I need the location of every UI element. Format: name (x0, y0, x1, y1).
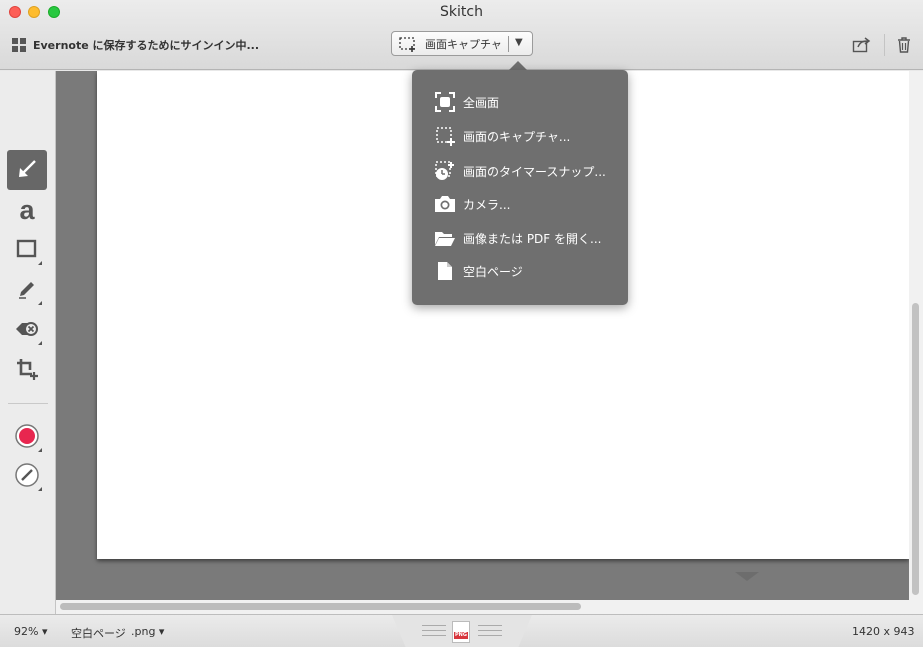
rectangle-icon (16, 239, 38, 262)
screen-capture-button[interactable]: 画面キャプチャ ▼ (391, 31, 533, 56)
arrow-tool[interactable] (7, 150, 47, 190)
grid-icon (12, 38, 26, 52)
stamp-icon (14, 319, 40, 342)
export-drag-tab[interactable]: PNG (392, 615, 532, 647)
window-title: Skitch (440, 4, 483, 20)
crosshair-capture-icon (434, 125, 456, 147)
stamp-tool[interactable] (7, 310, 47, 350)
pen-tool[interactable] (7, 270, 47, 310)
crop-icon (15, 357, 39, 384)
signin-text: Evernote に保存するためにサインイン中... (33, 39, 260, 52)
format-dropdown[interactable]: .png ▾ (131, 625, 164, 638)
color-picker[interactable] (7, 417, 47, 457)
share-icon[interactable] (852, 36, 872, 57)
horizontal-scrollbar[interactable] (60, 603, 581, 610)
color-dot-icon (14, 423, 40, 452)
capture-menu: 全画面 画面のキャプチャ... 画面のタイマースナップ... カメラ... 画像… (412, 70, 628, 305)
evernote-signin-status[interactable]: Evernote に保存するためにサインイン中... (12, 37, 259, 53)
camera-icon (434, 193, 456, 215)
image-dimensions: 1420 x 943 (852, 625, 915, 638)
timer-snap-icon (434, 160, 456, 182)
trash-icon[interactable] (896, 36, 912, 57)
menu-item-camera[interactable]: カメラ... (412, 189, 628, 219)
page-name[interactable]: 空白ページ (71, 625, 126, 641)
status-bar: 92% ▾ 空白ページ .png ▾ PNG 1420 x 943 (0, 614, 923, 647)
text-a-icon: a (19, 194, 35, 225)
blank-page-icon (434, 260, 456, 282)
menu-item-capture[interactable]: 画面のキャプチャ... (412, 121, 628, 151)
menu-item-timer-snap[interactable]: 画面のタイマースナップ... (412, 156, 628, 186)
crop-tool[interactable] (7, 350, 47, 390)
tool-palette: a (0, 71, 56, 614)
fullscreen-icon (434, 91, 456, 113)
line-width-icon (14, 462, 40, 491)
folder-open-icon (434, 227, 456, 249)
png-file-icon[interactable]: PNG (452, 621, 470, 643)
menu-item-fullscreen[interactable]: 全画面 (412, 87, 628, 117)
pencil-icon (16, 278, 38, 303)
crosshair-capture-icon (398, 36, 418, 52)
drag-handle-triangle (735, 572, 759, 581)
shape-tool[interactable] (7, 230, 47, 270)
chevron-down-icon[interactable]: ▼ (515, 37, 523, 48)
text-tool[interactable]: a (7, 190, 47, 230)
arrow-icon (15, 157, 39, 184)
menu-item-blank-page[interactable]: 空白ページ (412, 256, 628, 286)
capture-label: 画面キャプチャ (425, 37, 502, 51)
zoom-dropdown[interactable]: 92% ▾ (14, 625, 47, 638)
menu-item-open-file[interactable]: 画像または PDF を開く... (412, 223, 628, 253)
vertical-scrollbar[interactable] (912, 303, 919, 595)
title-toolbar: Skitch Evernote に保存するためにサインイン中... 画面キャプチ… (0, 0, 923, 70)
line-width-picker[interactable] (7, 456, 47, 496)
